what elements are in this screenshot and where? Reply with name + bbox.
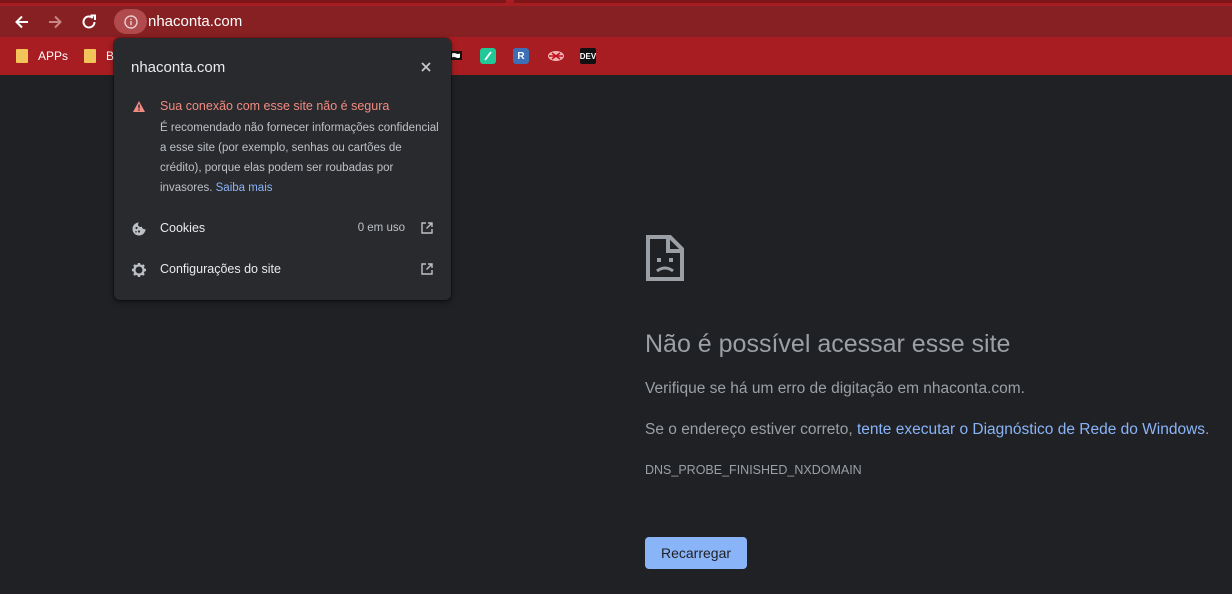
error-diagnostics-hint: Se o endereço estiver correto, tente exe… <box>645 421 1209 439</box>
error-title: Não é possível acessar esse site <box>645 330 1011 358</box>
insecure-connection-title: Sua conexão com esse site não é segura <box>160 99 390 113</box>
site-info-popup: nhaconta.com Sua conexão com esse site n… <box>114 38 451 300</box>
site-settings-row[interactable]: Configurações do site <box>114 255 451 285</box>
warning-text: É recomendado não fornecer informações c… <box>160 122 439 194</box>
bookmark-r[interactable]: R <box>513 37 529 75</box>
forward-button[interactable] <box>41 6 69 37</box>
back-button[interactable] <box>8 6 36 37</box>
bookmark-icon <box>548 51 564 61</box>
bookmark-folder-b[interactable]: B <box>84 37 114 75</box>
error-hint-suffix: . <box>1205 421 1210 438</box>
network-diagnostics-link[interactable]: tente executar o Diagnóstico de Rede do … <box>857 421 1205 438</box>
bookmark-dev[interactable]: DEV <box>580 37 596 75</box>
warning-icon <box>133 101 145 112</box>
insecure-connection-description: É recomendado não fornecer informações c… <box>160 118 440 198</box>
arrow-right-icon <box>49 15 62 28</box>
r-icon: R <box>513 48 529 64</box>
folder-icon <box>16 49 28 63</box>
learn-more-link[interactable]: Saiba mais <box>216 182 273 194</box>
bookmark-label: B <box>106 49 115 63</box>
open-external-icon <box>421 222 433 234</box>
toolbar: nhaconta.com <box>0 6 1232 37</box>
close-button[interactable] <box>417 58 435 76</box>
folder-icon <box>84 49 96 63</box>
cookies-count: 0 em uso <box>357 222 405 234</box>
error-typo-hint: Verifique se há um erro de digitação em … <box>645 380 1025 397</box>
reload-icon <box>82 14 96 28</box>
bookmark-folder-apps[interactable]: APPs <box>16 37 68 75</box>
sad-file-icon <box>645 234 685 287</box>
cookies-row[interactable]: Cookies 0 em uso <box>114 214 451 244</box>
cookies-label: Cookies <box>160 221 206 235</box>
site-settings-label: Configurações do site <box>160 262 281 276</box>
open-external-icon <box>421 263 433 275</box>
gear-icon <box>132 263 146 277</box>
address-bar[interactable]: nhaconta.com <box>148 6 242 37</box>
popup-domain: nhaconta.com <box>131 59 226 76</box>
arrow-left-icon <box>15 15 28 28</box>
bookmark-label: APPs <box>38 49 69 63</box>
tab-edge <box>0 0 506 3</box>
error-hint-prefix: Se o endereço estiver correto, <box>645 421 857 438</box>
error-code: DNS_PROBE_FINISHED_NXDOMAIN <box>645 463 862 477</box>
dev-icon: DEV <box>580 48 596 64</box>
site-info-button[interactable] <box>114 9 147 34</box>
close-icon <box>421 62 431 72</box>
info-circle-icon <box>123 14 138 29</box>
reload-button[interactable]: Recarregar <box>645 537 747 569</box>
bookmark-sublime[interactable] <box>480 37 496 75</box>
cookie-icon <box>132 222 146 236</box>
sublime-icon <box>480 48 496 64</box>
reload-nav-button[interactable] <box>75 6 103 37</box>
tab-edge <box>514 0 1232 3</box>
bookmark-red-icon[interactable] <box>547 37 565 75</box>
